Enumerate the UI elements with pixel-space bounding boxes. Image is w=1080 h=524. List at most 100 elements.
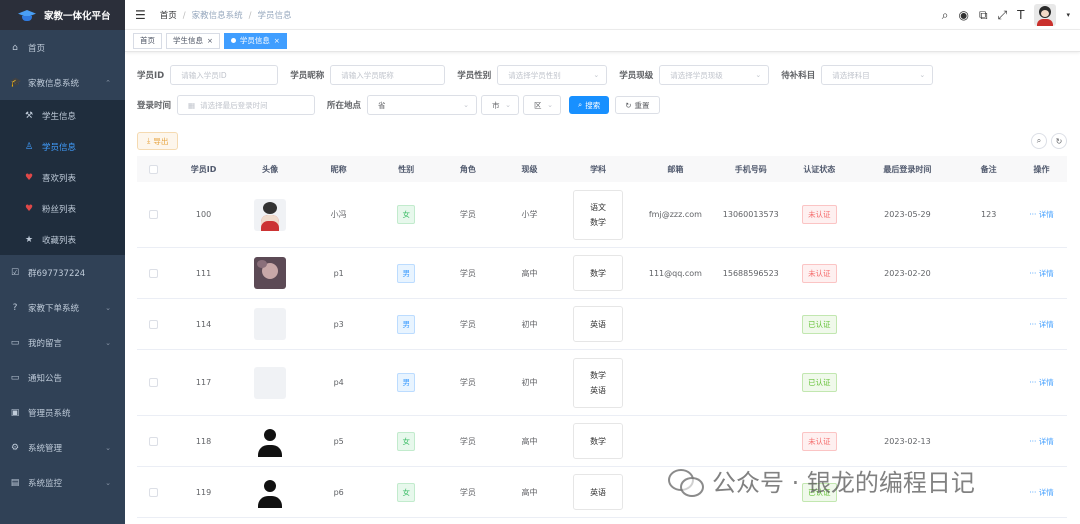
avatar-image[interactable]: [254, 366, 287, 399]
column-header: 学科: [590, 164, 607, 174]
close-icon[interactable]: ×: [274, 37, 280, 45]
sidebar-item-label: 管理员系统: [28, 408, 71, 419]
github-icon[interactable]: ◉: [958, 8, 968, 22]
sidebar-item[interactable]: ⚙ 系统管理 ⌄: [0, 430, 125, 465]
location-label: 所在地点: [327, 101, 362, 111]
external-link-icon[interactable]: ⧉: [979, 8, 988, 23]
detail-link[interactable]: ··· 详情: [1029, 436, 1054, 447]
sex-select[interactable]: 请选择学员性别 ⌄: [497, 65, 608, 85]
chevron-down-icon: ⌄: [593, 71, 600, 79]
select-all-checkbox[interactable]: [149, 164, 159, 174]
breadcrumb-separator: /: [248, 10, 252, 21]
subject-select[interactable]: 请选择科目 ⌄: [821, 65, 934, 85]
sex-tag: 女: [397, 431, 415, 451]
hamburger-icon[interactable]: ☰: [135, 8, 146, 22]
tag-home[interactable]: 首页: [133, 32, 162, 49]
row-checkbox[interactable]: [149, 319, 159, 329]
column-header: 备注: [980, 164, 997, 174]
trainee-id-cell: 114: [195, 319, 212, 329]
row-checkbox[interactable]: [149, 268, 159, 278]
table-row[interactable]: 118 p5 女 学员 高中 数学 未认证 2023-02-13 ··· 详情: [137, 416, 1067, 467]
search-form: 学员ID 请输入学员ID 学员昵称 请输入学员昵称 学员性别 请选择学员性别 ⌄ …: [137, 64, 1067, 124]
sidebar-item[interactable]: ⌂ 首页: [0, 30, 125, 65]
nickname-input[interactable]: 请输入学员昵称: [330, 65, 446, 85]
chevron-down-icon: ⌄: [547, 101, 554, 109]
login-time-picker[interactable]: ▦ 请选择最后登录时间: [177, 95, 316, 115]
trainee-id-input[interactable]: 请输入学员ID: [170, 65, 279, 85]
district-select[interactable]: 区 ⌄: [523, 95, 562, 115]
user-icon: ♙: [24, 141, 34, 152]
grade-cell: 小学: [521, 210, 538, 219]
table-row[interactable]: 114 p3 男 学员 初中 英语 已认证 ··· 详情: [137, 299, 1067, 350]
subject-item: 语文: [590, 202, 607, 212]
sidebar-item[interactable]: ♙ 学员信息: [0, 131, 125, 162]
subject-item: 数学: [590, 436, 607, 446]
status-cell: 未认证: [785, 263, 854, 283]
action-cell: ··· 详情: [1016, 319, 1067, 330]
detail-link[interactable]: ··· 详情: [1029, 268, 1054, 279]
grade-select[interactable]: 请选择学员现级 ⌄: [659, 65, 770, 85]
refresh-button[interactable]: ↻: [1051, 133, 1067, 149]
sidebar-item[interactable]: ▭ 我的留言 ⌄: [0, 325, 125, 360]
detail-link[interactable]: ··· 详情: [1029, 487, 1054, 498]
detail-link[interactable]: ··· 详情: [1029, 377, 1054, 388]
table-row[interactable]: 111 p1 男 学员 高中 数学 111@qq.com 15688596523 未认证 2023…: [137, 248, 1067, 299]
column-header: 认证状态: [803, 164, 836, 174]
app-title: 家教一体化平台: [44, 11, 111, 22]
sidebar-item[interactable]: ★ 收藏列表: [0, 224, 125, 255]
checkbox-icon: ☑: [10, 267, 20, 278]
search-button[interactable]: ⌕ 搜索: [569, 96, 610, 114]
subject-box: 数学: [573, 423, 624, 459]
sidebar-item[interactable]: ▭ 通知公告: [0, 360, 125, 395]
avatar-image[interactable]: [254, 198, 287, 231]
detail-link[interactable]: ··· 详情: [1029, 209, 1054, 220]
sidebar-item[interactable]: ▣ 管理员系统: [0, 395, 125, 430]
detail-link[interactable]: ··· 详情: [1029, 319, 1054, 330]
row-checkbox[interactable]: [149, 378, 159, 387]
table-row[interactable]: 117 p4 男 学员 初中 数学 英语 已认证 ··· 详情: [137, 350, 1067, 416]
table-row[interactable]: 100 小冯 女 学员 小学 语文 数学 fmj@zzz.com 13060013573 未认证 2…: [137, 182, 1067, 248]
export-button[interactable]: ⤓ 导出: [137, 132, 179, 150]
sidebar-item[interactable]: ? 家教下单系统 ⌄: [0, 290, 125, 325]
reset-button[interactable]: ↻ 重置: [615, 96, 660, 114]
main-area: ☰ 首页 / 家教信息系统 / 学员信息 ⌕ ◉ ⧉ ⤢ 𝖳 ▾ 首页 学生信息 × 学员…: [125, 0, 1080, 524]
toggle-search-button[interactable]: ⌕: [1031, 133, 1047, 149]
avatar-image[interactable]: [254, 308, 287, 340]
search-icon[interactable]: ⌕: [942, 8, 949, 23]
row-checkbox[interactable]: [149, 487, 159, 497]
avatar-image[interactable]: [254, 257, 287, 289]
tag-trainee-info[interactable]: 学员信息 ×: [223, 32, 287, 49]
row-checkbox[interactable]: [149, 210, 159, 219]
sidebar-item[interactable]: ☑ 群697737224: [0, 255, 125, 290]
row-checkbox[interactable]: [149, 436, 159, 446]
nickname-cell: p5: [333, 436, 344, 446]
close-icon[interactable]: ×: [207, 37, 213, 45]
tag-student-info[interactable]: 学生信息 ×: [166, 32, 220, 49]
sidebar-item[interactable]: ⚒ 学生信息: [0, 100, 125, 131]
sidebar-item[interactable]: 🎓 家教信息系统 ⌃: [0, 65, 125, 100]
table-header: 学员ID 头像 昵称 性别 角色 现级 学科 邮箱 手机号码 认证状态 最后登录时间 备注 操作: [137, 156, 1067, 182]
province-select[interactable]: 省 ⌄: [367, 95, 478, 115]
sidebar-item-label: 收藏列表: [42, 235, 77, 246]
chevron-down-icon[interactable]: ▾: [1066, 11, 1070, 19]
breadcrumb-home[interactable]: 首页: [160, 11, 177, 21]
sidebar-item[interactable]: ♥ 粉丝列表: [0, 193, 125, 224]
fullscreen-icon[interactable]: ⤢: [998, 8, 1008, 23]
row-select-cell: [137, 268, 170, 278]
grade-cell: 初中: [521, 378, 538, 387]
city-select[interactable]: 市 ⌄: [481, 95, 520, 115]
user-avatar[interactable]: [1034, 4, 1057, 26]
sidebar-item-label: 首页: [28, 43, 46, 54]
row-select-cell: [137, 378, 170, 387]
app-logo[interactable]: 家教一体化平台: [0, 0, 125, 30]
sidebar-item[interactable]: ▤ 系统监控 ⌄: [0, 465, 125, 500]
font-size-icon[interactable]: 𝖳: [1017, 8, 1024, 22]
tag-label: 首页: [140, 36, 155, 45]
message-icon: ▭: [10, 337, 20, 348]
avatar-cell: [237, 476, 304, 508]
avatar-image[interactable]: [254, 476, 287, 508]
avatar-image[interactable]: [254, 425, 287, 457]
nickname-cell: p3: [333, 319, 344, 329]
subject-item: 数学: [590, 370, 607, 380]
sidebar-item[interactable]: ♥ 喜欢列表: [0, 162, 125, 193]
